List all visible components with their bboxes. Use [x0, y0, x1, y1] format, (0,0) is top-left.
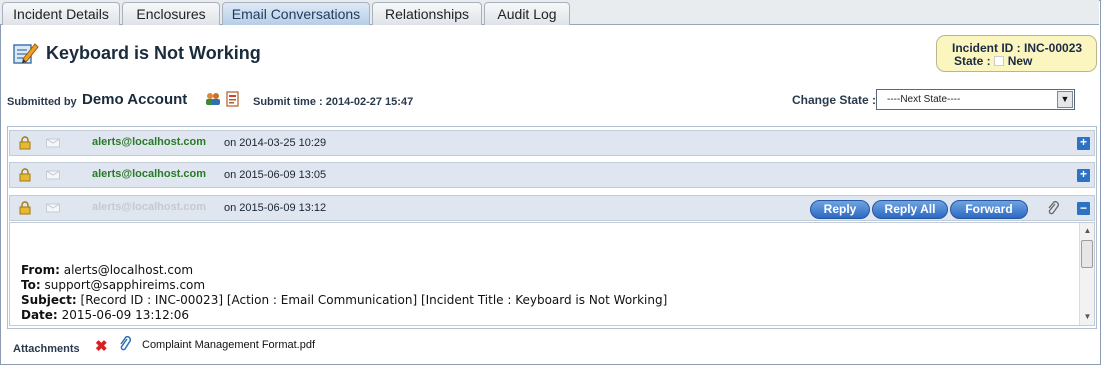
- forward-button[interactable]: Forward: [950, 200, 1028, 219]
- message-sender[interactable]: alerts@localhost.com: [92, 168, 206, 180]
- message-date: on 2015-06-09 13:05: [224, 169, 327, 181]
- tab-audit-log[interactable]: Audit Log: [484, 2, 570, 25]
- tab-email-conversations[interactable]: Email Conversations: [222, 2, 370, 25]
- subject-label: Subject:: [21, 293, 77, 307]
- email-read-icon: [46, 203, 60, 213]
- expand-icon[interactable]: +: [1077, 136, 1090, 150]
- email-subject: [Record ID : INC-00023] [Action : Email …: [80, 293, 668, 307]
- tab-enclosures[interactable]: Enclosures: [122, 2, 220, 25]
- submitter-account: Demo Account: [82, 91, 188, 108]
- state-swatch: [993, 56, 1004, 66]
- paperclip-icon: [120, 336, 132, 351]
- attachments-label: Attachments: [13, 343, 80, 355]
- message-row[interactable]: alerts@localhost.com on 2014-03-25 10:29…: [9, 130, 1095, 156]
- contact-card-icon[interactable]: [225, 91, 241, 107]
- email-headers: From: alerts@localhost.com To: support@s…: [21, 263, 667, 323]
- state-label: State: [954, 54, 984, 68]
- message-date: on 2014-03-25 10:29: [224, 137, 327, 149]
- submit-time-value: 2014-02-27 15:47: [325, 96, 414, 108]
- incident-id-label: Incident ID: [952, 41, 1014, 55]
- email-read-icon: [46, 170, 60, 180]
- change-state-selected: ----Next State----: [887, 94, 961, 105]
- state-value: New: [1007, 54, 1033, 68]
- submit-time: Submit time : 2014-02-27 15:47: [253, 96, 413, 108]
- message-date: on 2015-06-09 13:12: [224, 202, 327, 214]
- from-label: From:: [21, 263, 60, 277]
- date-label: Date:: [21, 308, 58, 322]
- reply-button[interactable]: Reply: [810, 200, 870, 219]
- scroll-down-icon[interactable]: ▼: [1082, 312, 1093, 322]
- tab-relationships[interactable]: Relationships: [372, 2, 482, 25]
- message-row[interactable]: alerts@localhost.com on 2015-06-09 13:05…: [9, 162, 1095, 188]
- message-sender[interactable]: alerts@localhost.com: [92, 136, 206, 148]
- expand-icon[interactable]: +: [1077, 168, 1090, 182]
- lock-icon: [19, 168, 31, 182]
- reply-all-button[interactable]: Reply All: [872, 200, 948, 219]
- users-icon[interactable]: [205, 91, 221, 107]
- tab-incident-details[interactable]: Incident Details: [2, 2, 120, 25]
- email-body: From: alerts@localhost.com To: support@s…: [9, 222, 1095, 326]
- message-row-expanded[interactable]: alerts@localhost.com on 2015-06-09 13:12…: [9, 195, 1095, 221]
- vertical-scrollbar[interactable]: ▲ ▼: [1079, 223, 1094, 325]
- paperclip-icon[interactable]: [1046, 201, 1060, 215]
- submitted-by-label: Submitted by: [7, 96, 77, 108]
- email-to: support@sapphireims.com: [44, 278, 206, 292]
- delete-icon[interactable]: ✖: [95, 337, 108, 355]
- attachment-file-link[interactable]: Complaint Management Format.pdf: [142, 339, 315, 351]
- change-state-select[interactable]: ----Next State---- ▼: [876, 89, 1075, 110]
- lock-icon: [19, 136, 31, 150]
- email-read-icon: [46, 138, 60, 148]
- submit-time-label: Submit time :: [253, 96, 323, 108]
- scroll-thumb[interactable]: [1081, 240, 1093, 268]
- message-sender[interactable]: alerts@localhost.com: [92, 201, 206, 213]
- incident-id-value: INC-00023: [1024, 41, 1083, 55]
- to-label: To:: [21, 278, 41, 292]
- page-title: Keyboard is Not Working: [46, 43, 261, 63]
- email-from: alerts@localhost.com: [63, 263, 194, 277]
- tab-bar: Incident Details Enclosures Email Conver…: [0, 0, 1099, 25]
- lock-icon: [19, 201, 31, 215]
- collapse-icon[interactable]: −: [1077, 202, 1090, 215]
- scroll-up-icon[interactable]: ▲: [1082, 226, 1093, 236]
- chevron-down-icon[interactable]: ▼: [1057, 91, 1073, 108]
- email-date: 2015-06-09 13:12:06: [61, 308, 190, 322]
- incident-edit-icon: [13, 43, 39, 64]
- change-state-label: Change State :: [792, 93, 877, 107]
- incident-id-box: Incident ID : INC-00023 State : New: [936, 35, 1097, 72]
